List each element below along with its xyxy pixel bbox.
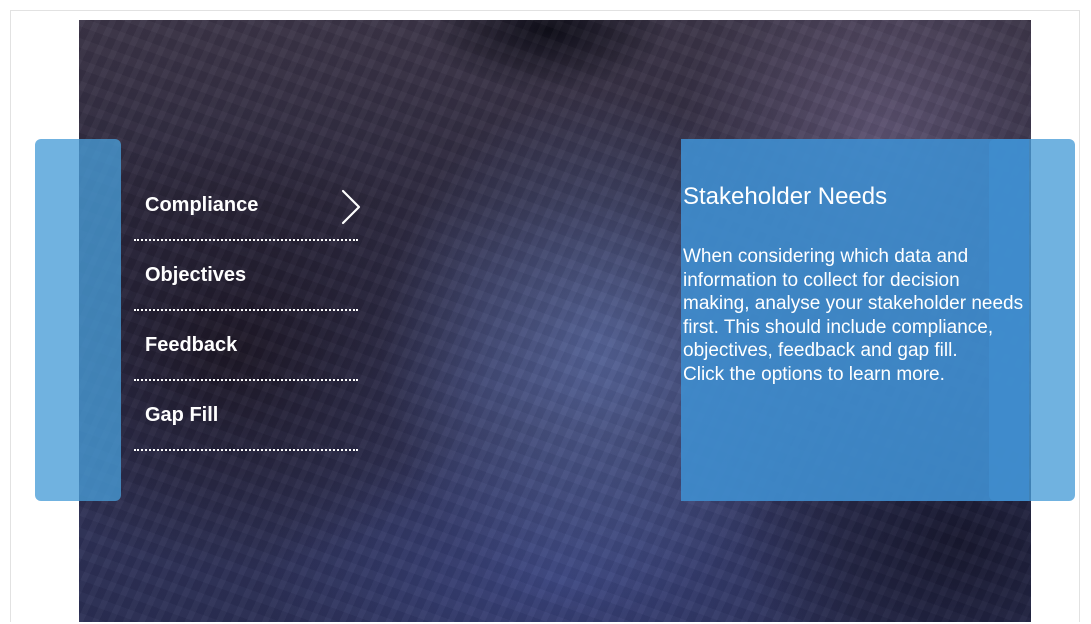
menu-item-label: Objectives bbox=[145, 264, 247, 286]
panel-body: When considering which data and informat… bbox=[683, 246, 1024, 385]
info-panel: Stakeholder Needs When considering which… bbox=[681, 139, 1029, 501]
menu-item-label: Gap Fill bbox=[145, 404, 219, 426]
panel-title: Stakeholder Needs bbox=[683, 183, 888, 210]
menu-item-label: Feedback bbox=[145, 334, 238, 356]
menu-item-label: Compliance bbox=[145, 194, 259, 216]
dotted-divider bbox=[134, 449, 358, 451]
left-side-tab bbox=[35, 139, 121, 501]
menu-item-compliance[interactable]: Compliance bbox=[134, 166, 361, 241]
menu-item-objectives[interactable]: Objectives bbox=[134, 236, 358, 311]
menu-item-feedback[interactable]: Feedback bbox=[134, 306, 358, 381]
chevron-right-icon bbox=[341, 189, 361, 225]
menu-item-gap-fill[interactable]: Gap Fill bbox=[134, 376, 358, 451]
options-menu: Compliance Objectives Feedback Gap Fill bbox=[134, 166, 361, 451]
